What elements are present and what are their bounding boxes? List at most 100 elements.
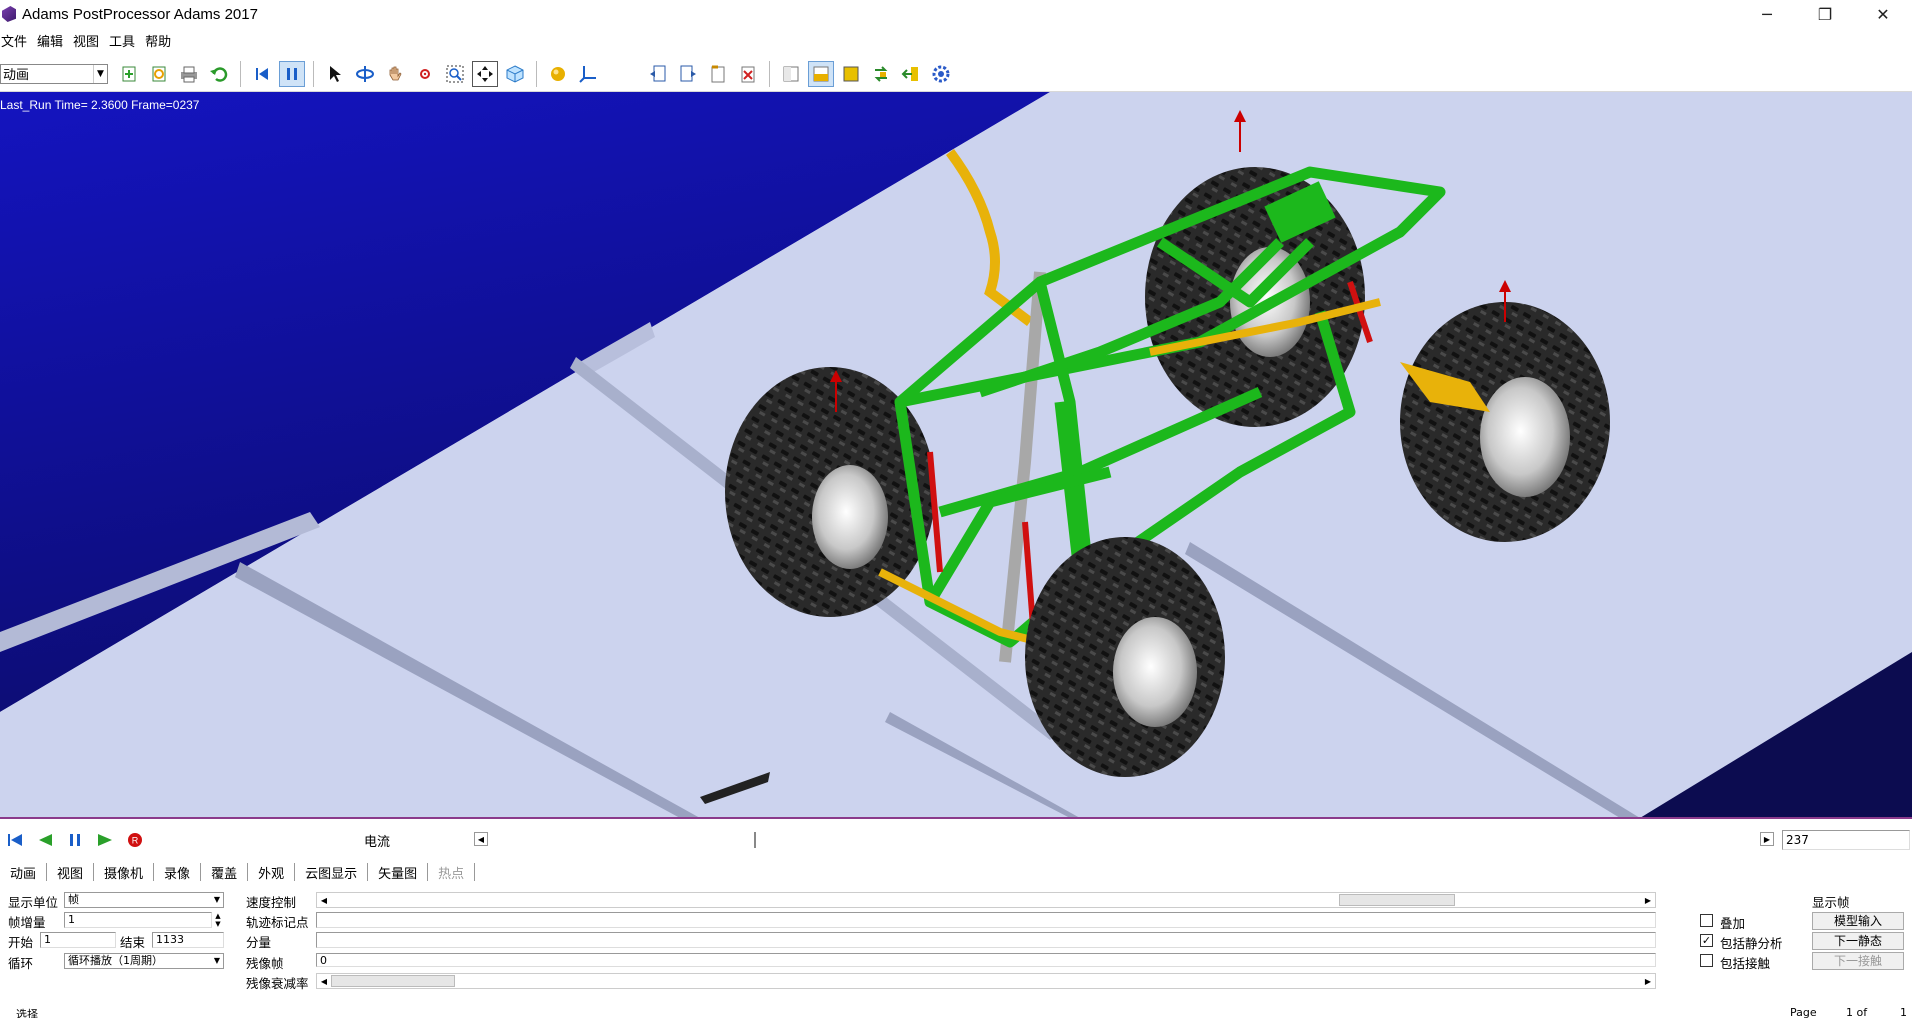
end-field[interactable]: 1133 — [152, 932, 224, 948]
loop-label: 循环 — [8, 956, 34, 971]
speed-slider[interactable]: ◀ ▶ — [316, 892, 1656, 908]
frame-inc-field[interactable]: 1 — [64, 912, 212, 928]
chevron-down-icon: ▼ — [93, 64, 107, 83]
ghost-decay-thumb[interactable] — [331, 975, 455, 987]
static-checkbox[interactable]: ✓ — [1700, 934, 1713, 947]
loop-select[interactable]: 循环播放（1周期） ▼ — [64, 953, 224, 969]
frame-slider[interactable]: ◀ ▶ — [474, 832, 1774, 848]
reload-icon[interactable] — [146, 61, 172, 87]
loop-value: 循环播放（1周期） — [68, 954, 163, 967]
reset-icon[interactable] — [249, 61, 275, 87]
menu-file[interactable]: 文件 — [0, 31, 32, 50]
pause-icon[interactable] — [62, 827, 88, 853]
menu-bar: 文件 编辑 视图 工具 帮助 — [0, 28, 1912, 52]
next-static-button[interactable]: 下一静态 — [1812, 932, 1904, 950]
display-unit-select[interactable]: 帧 ▼ — [64, 892, 224, 908]
slider-right-icon[interactable]: ▶ — [1760, 832, 1774, 846]
menu-tools[interactable]: 工具 — [108, 31, 140, 50]
display-unit-value: 帧 — [68, 893, 79, 906]
ghost-decay-slider[interactable]: ◀ ▶ — [316, 973, 1656, 989]
next-contact-button[interactable]: 下一接触 — [1812, 952, 1904, 970]
scroll-right-icon[interactable]: ▶ — [1641, 974, 1655, 988]
animation-viewport[interactable]: Last_Run Time= 2.3600 Frame=0237 — [0, 92, 1912, 818]
trace-field[interactable] — [316, 912, 1656, 928]
end-label: 结束 — [120, 935, 146, 950]
tab-animation[interactable]: 动画 — [0, 863, 48, 882]
animation-tabs: 动画 视图 摄像机 录像 覆盖 外观 云图显示 矢量图 热点 — [0, 860, 476, 884]
undo-icon[interactable] — [206, 61, 232, 87]
animation-panel: 显示单位 帧 ▼ 帧增量 1 ▲ ▼ 开始 1 结束 1133 循环 循环播放（1周… — [0, 888, 1912, 1008]
layout-single-icon[interactable] — [778, 61, 804, 87]
select-arrow-icon[interactable] — [322, 61, 348, 87]
menu-help[interactable]: 帮助 — [144, 31, 176, 50]
pan-hand-icon[interactable] — [382, 61, 408, 87]
layout-split-icon[interactable] — [808, 60, 834, 87]
overlay-checkbox[interactable] — [1700, 914, 1713, 927]
frame-inc-spinner[interactable]: ▲ ▼ — [212, 912, 224, 928]
pause-icon[interactable] — [279, 60, 305, 87]
ghost-decay-label: 残像衰减率 — [246, 976, 309, 991]
slider-left-icon[interactable]: ◀ — [474, 832, 488, 846]
speed-thumb[interactable] — [1339, 894, 1455, 906]
render-sphere-icon[interactable] — [545, 61, 571, 87]
page-label: Page — [1790, 1008, 1817, 1018]
tab-record[interactable]: 录像 — [154, 863, 202, 882]
tab-view[interactable]: 视图 — [47, 863, 95, 882]
display-frame-label: 显示帧 — [1812, 895, 1850, 910]
overlay-label: 叠加 — [1720, 916, 1746, 931]
tab-appearance[interactable]: 外观 — [248, 863, 296, 882]
minimize-button[interactable]: ─ — [1738, 0, 1796, 28]
frame-inc-label: 帧增量 — [8, 915, 46, 930]
zoom-box-icon[interactable] — [442, 61, 468, 87]
print-icon[interactable] — [176, 61, 202, 87]
tab-overlay[interactable]: 覆盖 — [201, 863, 249, 882]
page-new-icon[interactable] — [705, 61, 731, 87]
swap-icon[interactable] — [868, 61, 894, 87]
frame-number-field[interactable]: 237 — [1782, 830, 1910, 850]
tab-contour[interactable]: 云图显示 — [295, 863, 369, 882]
playback-bar: R 电流 ◀ ▶ 237 — [0, 822, 1912, 858]
play-icon[interactable] — [92, 827, 118, 853]
scroll-left-icon[interactable]: ◀ — [317, 893, 331, 907]
menu-view[interactable]: 视图 — [72, 31, 104, 50]
sim-status-text: Last_Run Time= 2.3600 Frame=0237 — [0, 98, 200, 112]
chevron-down-icon: ▼ — [213, 956, 221, 965]
import-icon[interactable] — [898, 61, 924, 87]
record-icon[interactable]: R — [122, 827, 148, 853]
maximize-button[interactable]: ❐ — [1796, 0, 1854, 28]
ghost-field[interactable]: 0 — [316, 953, 1656, 967]
triad-icon[interactable] — [575, 61, 601, 87]
iso-view-icon[interactable] — [502, 61, 528, 87]
settings-gear-icon[interactable] — [928, 61, 954, 87]
component-field[interactable] — [316, 932, 1656, 948]
page-delete-icon[interactable] — [735, 61, 761, 87]
start-field[interactable]: 1 — [40, 932, 116, 948]
page-next-icon[interactable] — [675, 61, 701, 87]
tab-vector[interactable]: 矢量图 — [368, 863, 429, 882]
signal-label: 电流 — [364, 835, 391, 850]
rotate-icon[interactable] — [352, 61, 378, 87]
chevron-down-icon: ▼ — [213, 895, 221, 904]
tab-hotspot[interactable]: 热点 — [428, 863, 476, 882]
center-target-icon[interactable] — [412, 61, 438, 87]
menu-edit[interactable]: 编辑 — [36, 31, 68, 50]
main-toolbar: 动画 ▼ — [0, 56, 1912, 92]
fit-view-icon[interactable] — [472, 60, 498, 87]
contact-checkbox[interactable] — [1700, 954, 1713, 967]
layout-full-icon[interactable] — [838, 61, 864, 87]
mode-select[interactable]: 动画 ▼ — [0, 63, 108, 84]
model-input-button[interactable]: 模型输入 — [1812, 912, 1904, 930]
rewind-icon[interactable] — [2, 827, 28, 853]
page-prev-icon[interactable] — [645, 61, 671, 87]
play-reverse-icon[interactable] — [32, 827, 58, 853]
scroll-left-icon[interactable]: ◀ — [317, 974, 331, 988]
toolbar-divider — [240, 60, 241, 87]
mode-select-value: 动画 — [3, 68, 30, 83]
scroll-right-icon[interactable]: ▶ — [1641, 893, 1655, 907]
close-button[interactable]: ✕ — [1854, 0, 1912, 28]
display-unit-label: 显示单位 — [8, 895, 59, 910]
tab-camera[interactable]: 摄像机 — [94, 863, 155, 882]
toolbar-divider — [313, 60, 314, 87]
new-page-icon[interactable] — [116, 61, 142, 87]
slider-thumb[interactable] — [754, 832, 756, 848]
